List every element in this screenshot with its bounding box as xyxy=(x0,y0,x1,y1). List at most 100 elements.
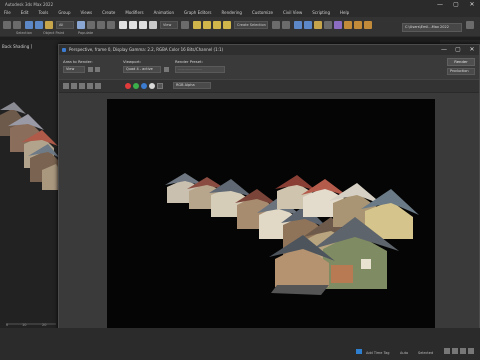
app-window: Autodesk 3ds Max 2022 — ▢ ✕ File Edit To… xyxy=(0,0,480,360)
render-window-close-button[interactable]: ✕ xyxy=(465,45,479,55)
save-image-icon[interactable] xyxy=(63,83,69,89)
go-to-start-icon[interactable] xyxy=(444,348,450,354)
viewport-label: Viewport: xyxy=(123,59,142,64)
menu-scripting[interactable]: Scripting xyxy=(312,9,330,17)
object-paint-group-label: Object Paint xyxy=(43,31,65,35)
add-time-tag-icon[interactable] xyxy=(356,349,362,354)
align-icon[interactable] xyxy=(282,21,290,29)
menu-rendering[interactable]: Rendering xyxy=(222,9,242,17)
clone-window-icon[interactable] xyxy=(79,83,85,89)
add-time-tag-link[interactable]: Add Time Tag xyxy=(366,351,390,355)
copy-image-icon[interactable] xyxy=(71,83,77,89)
minimize-button[interactable]: — xyxy=(432,0,448,9)
render-image-area[interactable] xyxy=(107,99,435,345)
select-by-name-icon[interactable] xyxy=(87,21,95,29)
next-frame-icon[interactable] xyxy=(468,348,474,354)
render-window-minimize-button[interactable]: — xyxy=(437,45,451,55)
render-window-toolbar: RGB Alpha xyxy=(59,79,479,93)
auto-region-icon[interactable] xyxy=(95,67,100,72)
render-preset-dropdown[interactable]: ------------------- xyxy=(175,66,225,73)
production-dropdown[interactable]: Production xyxy=(447,68,475,75)
left-viewport-houses xyxy=(0,102,60,190)
render-window-maximize-button[interactable]: ▢ xyxy=(451,45,465,55)
area-to-render-dropdown[interactable]: View xyxy=(63,66,85,73)
menu-edit[interactable]: Edit xyxy=(21,9,29,17)
menu-help[interactable]: Help xyxy=(340,9,349,17)
layer-explorer-icon[interactable] xyxy=(294,21,302,29)
selected-dropdown[interactable]: Selected xyxy=(418,351,433,355)
render-setup-icon[interactable] xyxy=(344,21,352,29)
menu-animation[interactable]: Animation xyxy=(154,9,174,17)
undo-icon[interactable] xyxy=(3,21,11,29)
menu-modifiers[interactable]: Modifiers xyxy=(125,9,143,17)
redo-icon[interactable] xyxy=(13,21,21,29)
left-viewport-label[interactable]: Back Shading ] xyxy=(2,44,32,49)
auto-key-button[interactable]: Auto xyxy=(400,351,408,355)
monochrome-icon[interactable] xyxy=(157,83,163,89)
menu-views[interactable]: Views xyxy=(81,9,93,17)
print-image-icon[interactable] xyxy=(87,83,93,89)
reference-coordinate-dropdown[interactable]: View xyxy=(160,21,178,29)
render-window-title: Perspective, frame 0, Display Gamma: 2.2… xyxy=(69,47,224,52)
material-editor-icon[interactable] xyxy=(334,21,342,29)
rotate-icon[interactable] xyxy=(129,21,137,29)
mirror-icon[interactable] xyxy=(272,21,280,29)
menu-file[interactable]: File xyxy=(4,9,11,17)
maximize-button[interactable]: ▢ xyxy=(448,0,464,9)
populate-group-label: Populate xyxy=(78,31,94,35)
alpha-channel-toggle[interactable] xyxy=(149,83,155,89)
rendered-frame-window-icon[interactable] xyxy=(354,21,362,29)
project-folder-icon[interactable] xyxy=(466,21,474,29)
close-button[interactable]: ✕ xyxy=(464,0,480,9)
schematic-view-icon[interactable] xyxy=(324,21,332,29)
red-channel-toggle[interactable] xyxy=(125,83,131,89)
menu-tools[interactable]: Tools xyxy=(38,9,48,17)
menu-customize[interactable]: Customize xyxy=(252,9,273,17)
clear-image-icon[interactable] xyxy=(95,83,101,89)
menu-civil-view[interactable]: Civil View xyxy=(283,9,302,17)
snaps-toggle-icon[interactable] xyxy=(193,21,201,29)
menu-create[interactable]: Create xyxy=(102,9,115,17)
rectangular-selection-icon[interactable] xyxy=(97,21,105,29)
menu-group[interactable]: Group xyxy=(58,9,70,17)
blue-channel-toggle[interactable] xyxy=(141,83,147,89)
status-bar: Add Time Tag Auto Selected xyxy=(0,328,480,360)
left-viewport-scene xyxy=(0,102,60,190)
pivot-center-icon[interactable] xyxy=(181,21,189,29)
green-channel-toggle[interactable] xyxy=(133,83,139,89)
render-window-app-icon xyxy=(62,48,66,52)
unlink-icon[interactable] xyxy=(35,21,43,29)
place-icon[interactable] xyxy=(149,21,157,29)
previous-frame-icon[interactable] xyxy=(452,348,458,354)
edit-region-icon[interactable] xyxy=(88,67,93,72)
spinner-snap-icon[interactable] xyxy=(223,21,231,29)
percent-snap-icon[interactable] xyxy=(213,21,221,29)
selection-group-label: Selection xyxy=(16,31,33,35)
render-button[interactable]: Render xyxy=(447,58,475,66)
menu-bar: File Edit Tools Group Views Create Modif… xyxy=(0,9,480,17)
left-viewport[interactable] xyxy=(0,40,60,328)
render-window-controls: — ▢ ✕ xyxy=(437,45,479,55)
window-crossing-icon[interactable] xyxy=(107,21,115,29)
rendered-frame-window: Perspective, frame 0, Display Gamma: 2.2… xyxy=(58,44,480,346)
scale-icon[interactable] xyxy=(139,21,147,29)
bind-space-warp-icon[interactable] xyxy=(45,21,53,29)
render-production-icon[interactable] xyxy=(364,21,372,29)
render-preset-label: Render Preset: xyxy=(175,59,203,64)
play-icon[interactable] xyxy=(460,348,466,354)
lock-viewport-icon[interactable] xyxy=(164,67,169,72)
viewport-dropdown[interactable]: Quad 4 - active xyxy=(123,66,161,73)
move-icon[interactable] xyxy=(119,21,127,29)
angle-snap-icon[interactable] xyxy=(203,21,211,29)
menu-graph-editors[interactable]: Graph Editors xyxy=(184,9,211,17)
link-icon[interactable] xyxy=(25,21,33,29)
timeline-mark-10: 10 xyxy=(22,323,27,327)
toolbar-group-labels: Selection Object Paint Populate xyxy=(0,31,480,38)
channel-display-dropdown[interactable]: RGB Alpha xyxy=(173,82,211,89)
curve-editor-icon[interactable] xyxy=(314,21,322,29)
toggle-ribbon-icon[interactable] xyxy=(304,21,312,29)
named-selection-sets-dropdown[interactable]: Create Selection Se xyxy=(234,21,268,29)
time-slider-ruler[interactable] xyxy=(6,322,56,326)
select-object-icon[interactable] xyxy=(77,21,85,29)
selection-filter-dropdown[interactable]: All xyxy=(56,21,74,29)
